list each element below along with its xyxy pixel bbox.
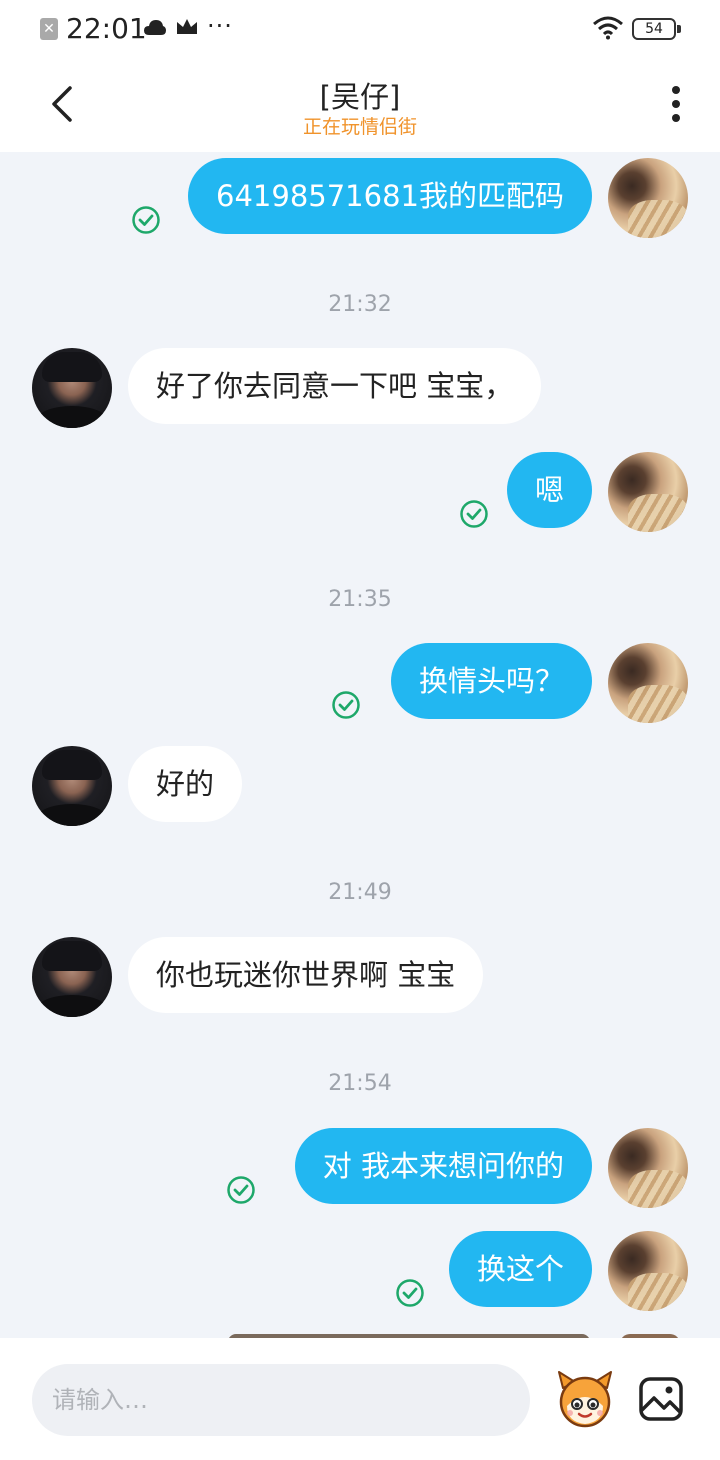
message-bubble-sent[interactable]: 对 我本来想问你的 (294, 1128, 592, 1204)
emoji-mascot-icon[interactable] (553, 1366, 617, 1430)
read-check-icon (460, 500, 488, 528)
timestamp: 21:49 (328, 880, 392, 905)
message-input[interactable] (32, 1364, 530, 1436)
my-avatar[interactable] (608, 643, 688, 723)
status-bar: ✕ 22:01 ··· 54 (0, 0, 720, 56)
battery-icon: 54 (632, 18, 681, 40)
input-bar (0, 1338, 720, 1460)
message-bubble-received[interactable]: 好的 (128, 746, 243, 822)
message-bubble-sent[interactable]: 嗯 (506, 452, 592, 528)
chat-header: [吴仔] 正在玩情侣街 (0, 56, 720, 152)
status-subtitle: 正在玩情侣街 (302, 116, 417, 138)
message-bubble-sent[interactable]: 换情头吗？ (390, 643, 592, 719)
timestamp: 21:54 (328, 1071, 392, 1096)
page-title: [吴仔] (319, 80, 401, 114)
image-picker-icon[interactable] (638, 1376, 684, 1422)
read-check-icon (132, 206, 160, 234)
message-list[interactable]: 64198571681我的匹配码 21:32 好了你去同意一下吧 宝宝， 嗯 2… (0, 152, 720, 1338)
status-time: 22:01 (66, 12, 147, 45)
read-check-icon (227, 1176, 255, 1204)
more-dots-icon: ··· (207, 12, 233, 40)
message-bubble-sent[interactable]: 64198571681我的匹配码 (188, 158, 592, 234)
contact-avatar[interactable] (32, 348, 112, 428)
message-bubble-received[interactable]: 好了你去同意一下吧 宝宝， (128, 348, 542, 424)
wifi-icon (593, 16, 623, 40)
message-bubble-sent[interactable]: 换这个 (448, 1231, 592, 1307)
timestamp: 21:35 (328, 587, 392, 612)
timestamp: 21:32 (328, 292, 392, 317)
message-bubble-received[interactable]: 你也玩迷你世界啊 宝宝 (128, 937, 484, 1013)
read-check-icon (332, 691, 360, 719)
my-avatar[interactable] (608, 1128, 688, 1208)
crown-icon (177, 19, 197, 34)
contact-avatar[interactable] (32, 937, 112, 1017)
my-avatar[interactable] (608, 452, 688, 532)
cloud-icon (144, 20, 166, 35)
my-avatar[interactable] (608, 1231, 688, 1311)
read-check-icon (396, 1279, 424, 1307)
notification-blocked-icon: ✕ (40, 18, 58, 40)
contact-avatar[interactable] (32, 746, 112, 826)
my-avatar[interactable] (608, 158, 688, 238)
more-options-icon[interactable] (662, 84, 690, 124)
